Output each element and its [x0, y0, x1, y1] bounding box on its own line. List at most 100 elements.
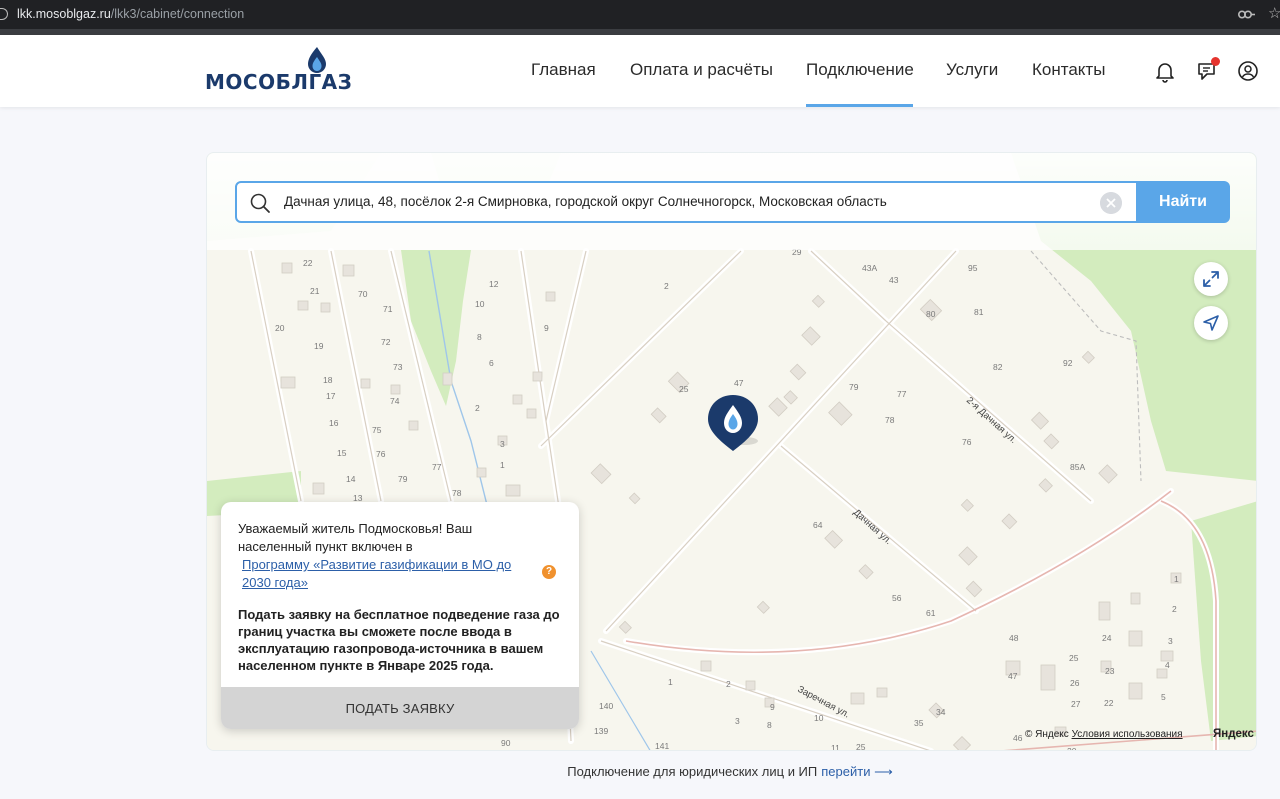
- map-copyright: © Яндекс Условия использования: [1025, 729, 1183, 740]
- svg-text:95: 95: [968, 263, 978, 273]
- nav-payments[interactable]: Оплата и расчёты: [630, 60, 773, 80]
- nav-contacts[interactable]: Контакты: [1032, 60, 1105, 80]
- svg-text:25: 25: [1069, 653, 1079, 663]
- terms-link[interactable]: Условия использования: [1072, 729, 1183, 740]
- clear-icon[interactable]: [1100, 192, 1122, 214]
- key-icon[interactable]: [1238, 9, 1256, 20]
- user-icon[interactable]: [1236, 59, 1260, 83]
- url-path: /lkk3/cabinet/connection: [110, 7, 245, 21]
- svg-text:48: 48: [1009, 633, 1019, 643]
- star-icon[interactable]: ☆: [1268, 4, 1280, 22]
- svg-text:22: 22: [1104, 698, 1114, 708]
- svg-text:10: 10: [475, 299, 485, 309]
- logo-text: МОСОБЛГАЗ: [205, 70, 353, 94]
- svg-text:141: 141: [655, 741, 669, 751]
- svg-text:140: 140: [599, 701, 613, 711]
- svg-text:78: 78: [452, 488, 462, 498]
- svg-text:18: 18: [323, 375, 333, 385]
- svg-text:82: 82: [993, 362, 1003, 372]
- svg-text:80: 80: [926, 309, 936, 319]
- yandex-logo[interactable]: Яндекс: [1213, 728, 1254, 740]
- nav-home[interactable]: Главная: [531, 60, 596, 80]
- svg-text:9: 9: [770, 702, 775, 712]
- site-header: МОСОБЛГАЗ Главная Оплата и расчёты Подкл…: [0, 35, 1280, 107]
- svg-text:12: 12: [489, 279, 499, 289]
- svg-text:8: 8: [767, 720, 772, 730]
- svg-text:81: 81: [974, 307, 984, 317]
- search-icon: [250, 193, 270, 213]
- svg-text:2: 2: [726, 679, 731, 689]
- svg-text:71: 71: [383, 304, 393, 314]
- svg-text:90: 90: [501, 738, 511, 748]
- nav-services[interactable]: Услуги: [946, 60, 998, 80]
- search-area: Дачная улица, 48, посёлок 2-я Смирновка,…: [207, 153, 1256, 250]
- logo[interactable]: МОСОБЛГАЗ: [205, 46, 352, 94]
- svg-text:79: 79: [398, 474, 408, 484]
- url-field[interactable]: lkk.mosoblgaz.ru/lkk3/cabinet/connection: [17, 7, 244, 21]
- svg-text:77: 77: [432, 462, 442, 472]
- svg-text:56: 56: [892, 593, 902, 603]
- svg-text:3: 3: [500, 439, 505, 449]
- svg-text:22: 22: [303, 258, 313, 268]
- svg-text:35: 35: [914, 718, 924, 728]
- svg-text:72: 72: [381, 337, 391, 347]
- svg-text:24: 24: [1102, 633, 1112, 643]
- svg-text:4: 4: [1165, 660, 1170, 670]
- locate-icon: [1203, 315, 1219, 331]
- notification-dot: [1211, 57, 1220, 66]
- help-icon[interactable]: ?: [542, 565, 556, 579]
- svg-text:20: 20: [1067, 746, 1077, 751]
- svg-text:34: 34: [936, 707, 946, 717]
- svg-text:2: 2: [664, 281, 669, 291]
- svg-text:1: 1: [668, 677, 673, 687]
- url-host: lkk.mosoblgaz.ru: [17, 7, 111, 21]
- browser-address-bar: lkk.mosoblgaz.ru/lkk3/cabinet/connection…: [0, 0, 1280, 29]
- legal-entities-note: Подключение для юридических лиц и ИП пере…: [0, 764, 1280, 780]
- site-info-icon[interactable]: [0, 8, 8, 20]
- svg-text:20: 20: [275, 323, 285, 333]
- apply-button[interactable]: ПОДАТЬ ЗАЯВКУ: [221, 687, 579, 729]
- svg-text:46: 46: [1013, 733, 1023, 743]
- nav-active-indicator: [806, 104, 913, 107]
- svg-text:19: 19: [314, 341, 324, 351]
- svg-text:61: 61: [926, 608, 936, 618]
- svg-text:139: 139: [594, 726, 608, 736]
- expand-icon: [1203, 271, 1219, 287]
- svg-text:74: 74: [390, 396, 400, 406]
- svg-text:25: 25: [679, 384, 689, 394]
- svg-text:27: 27: [1071, 699, 1081, 709]
- svg-text:6: 6: [489, 358, 494, 368]
- geolocate-button[interactable]: [1194, 306, 1228, 340]
- svg-text:2: 2: [1172, 604, 1177, 614]
- svg-text:8: 8: [477, 332, 482, 342]
- location-pin-icon[interactable]: [706, 393, 760, 455]
- info-panel: Уважаемый житель Подмосковья! Ваш населе…: [221, 502, 579, 729]
- svg-text:64: 64: [813, 520, 823, 530]
- svg-text:3: 3: [735, 716, 740, 726]
- address-search-field[interactable]: Дачная улица, 48, посёлок 2-я Смирновка,…: [235, 181, 1138, 223]
- nav-connection[interactable]: Подключение: [806, 60, 914, 80]
- svg-text:26: 26: [1070, 678, 1080, 688]
- svg-text:77: 77: [897, 389, 907, 399]
- svg-text:15: 15: [337, 448, 347, 458]
- svg-text:85А: 85А: [1070, 462, 1085, 472]
- search-button[interactable]: Найти: [1136, 181, 1230, 223]
- svg-text:11: 11: [831, 743, 840, 751]
- program-link[interactable]: Программу «Развитие газификации в МО до …: [242, 556, 542, 592]
- legal-entities-link[interactable]: перейти ⟶: [821, 764, 892, 779]
- svg-text:5: 5: [1161, 692, 1166, 702]
- svg-text:43А: 43А: [862, 263, 877, 273]
- svg-text:47: 47: [734, 378, 744, 388]
- svg-text:78: 78: [885, 415, 895, 425]
- svg-text:73: 73: [393, 362, 403, 372]
- svg-text:25: 25: [856, 742, 866, 751]
- svg-text:43: 43: [889, 275, 899, 285]
- svg-text:3: 3: [1168, 636, 1173, 646]
- address-search-value: Дачная улица, 48, посёлок 2-я Смирновка,…: [284, 194, 887, 209]
- svg-text:9: 9: [544, 323, 549, 333]
- svg-text:92: 92: [1063, 358, 1073, 368]
- svg-text:16: 16: [329, 418, 339, 428]
- bell-icon[interactable]: [1153, 59, 1177, 83]
- legal-entities-text: Подключение для юридических лиц и ИП: [567, 764, 818, 779]
- fullscreen-button[interactable]: [1194, 262, 1228, 296]
